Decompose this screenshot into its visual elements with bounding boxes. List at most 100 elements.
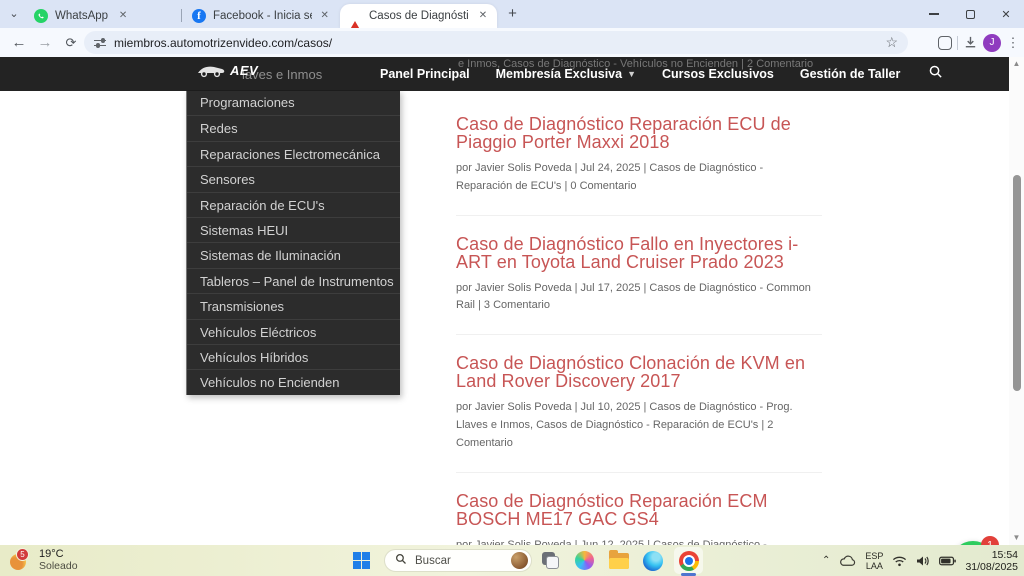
nav-membresia-exclusiva[interactable]: Membresía Exclusiva▼	[496, 67, 636, 81]
post-divider	[456, 472, 822, 473]
menu-item[interactable]: Reparación de ECU's	[187, 192, 400, 217]
menu-item[interactable]: Vehículos Híbridos	[187, 344, 400, 369]
tab-whatsapp[interactable]: WhatsApp ✕	[26, 4, 178, 28]
whatsapp-icon	[34, 9, 48, 23]
tab-title: Facebook - Inicia sesión o regis	[213, 10, 312, 22]
site-nav: Panel Principal Membresía Exclusiva▼ Cur…	[380, 57, 943, 91]
weather-badge: 5	[16, 548, 29, 561]
post-meta[interactable]: por Javier Solis Poveda | Jun 12, 2025 |…	[456, 537, 822, 545]
edge-icon	[643, 551, 663, 571]
volume-icon[interactable]	[916, 555, 930, 567]
post-item: Caso de Diagnóstico Fallo en Inyectores …	[456, 235, 822, 316]
forward-icon[interactable]: →	[32, 30, 58, 56]
post-title-link[interactable]: Caso de Diagnóstico Reparación ECM BOSCH…	[456, 492, 822, 528]
site-settings-icon[interactable]	[94, 38, 106, 48]
back-icon[interactable]: ←	[6, 30, 32, 56]
tab-separator	[181, 9, 182, 22]
scroll-up-icon[interactable]: ▲	[1009, 57, 1024, 71]
onedrive-cloud-icon[interactable]	[839, 555, 856, 567]
post-meta[interactable]: por Javier Solis Poveda | Jul 17, 2025 |…	[456, 280, 822, 316]
post-title-link[interactable]: Caso de Diagnóstico Clonación de KVM en …	[456, 354, 822, 390]
post-list: Caso de Diagnóstico Reparación ECU de Pi…	[456, 115, 822, 545]
side-panel-icon[interactable]	[938, 36, 952, 50]
menu-item[interactable]: Sistemas HEUI	[187, 217, 400, 242]
tab-close-icon[interactable]: ✕	[320, 9, 329, 23]
task-view-button[interactable]	[538, 548, 563, 573]
close-button[interactable]: ✕	[988, 0, 1024, 28]
post-title-link[interactable]: Caso de Diagnóstico Reparación ECU de Pi…	[456, 115, 822, 151]
copilot-button[interactable]	[572, 548, 597, 573]
screen: ⌄ WhatsApp ✕ f Facebook - Inicia sesión …	[0, 0, 1024, 576]
menu-item[interactable]: Vehículos no Encienden	[187, 369, 400, 394]
new-tab-button[interactable]: +	[504, 6, 521, 23]
menu-item[interactable]: Vehículos Eléctricos	[187, 319, 400, 344]
profile-avatar[interactable]: J	[983, 34, 1001, 52]
post-title-link[interactable]: Caso de Diagnóstico Fallo en Inyectores …	[456, 235, 822, 271]
tab-casos-active[interactable]: Casos de Diagnóstico Exclusivo ✕	[340, 4, 497, 28]
scrollbar-thumb[interactable]	[1013, 175, 1021, 391]
bing-daily-image[interactable]	[511, 552, 528, 569]
menu-item[interactable]: Sistemas de Iluminación	[187, 242, 400, 267]
file-explorer-button[interactable]	[606, 548, 631, 573]
site-header: e Inmos, Casos de Diagnóstico - Vehículo…	[0, 57, 1009, 91]
menu-item[interactable]: Reparaciones Electromecánica	[187, 141, 400, 166]
page-scrollbar[interactable]: ▲ ▼	[1009, 57, 1024, 545]
facebook-icon: f	[192, 9, 206, 23]
maximize-button[interactable]	[952, 0, 988, 28]
weather-temp: 19°C	[39, 548, 78, 560]
tab-search-icon[interactable]: ⌄	[6, 7, 22, 23]
browser-menu-icon[interactable]: ⋮	[1006, 35, 1020, 51]
site-logo[interactable]: AEV	[196, 62, 258, 80]
post-divider	[456, 215, 822, 216]
taskbar-search-box[interactable]: Buscar	[384, 549, 532, 572]
tab-title: WhatsApp	[55, 10, 108, 22]
edge-button[interactable]	[640, 548, 665, 573]
reload-icon[interactable]: ⟳	[58, 30, 84, 56]
chrome-icon	[679, 551, 699, 571]
nav-cursos-exclusivos[interactable]: Cursos Exclusivos	[662, 67, 774, 81]
window-controls: ✕	[916, 0, 1024, 28]
tab-close-icon[interactable]: ✕	[116, 9, 130, 23]
battery-icon[interactable]	[939, 556, 956, 566]
taskbar-clock[interactable]: 15:54 31/08/2025	[965, 549, 1018, 573]
wifi-icon[interactable]	[892, 555, 907, 567]
post-item: Caso de Diagnóstico Reparación ECU de Pi…	[456, 115, 822, 196]
post-meta[interactable]: por Javier Solis Poveda | Jul 24, 2025 |…	[456, 160, 822, 196]
minimize-button[interactable]	[916, 0, 952, 28]
menu-item[interactable]: Tableros – Panel de Instrumentos	[187, 268, 400, 293]
downloads-icon[interactable]	[963, 35, 978, 50]
chrome-button-active[interactable]	[674, 547, 703, 574]
nav-gestion-de-taller[interactable]: Gestión de Taller	[800, 67, 901, 81]
taskbar: 5 19°C Soleado Buscar	[0, 545, 1024, 576]
post-meta[interactable]: por Javier Solis Poveda | Jul 10, 2025 |…	[456, 399, 822, 452]
start-button[interactable]	[353, 552, 370, 569]
system-tray: ⌃ ESP LAA 15:54 31/08/2025	[822, 545, 1018, 576]
language-indicator[interactable]: ESP LAA	[865, 551, 883, 571]
address-bar[interactable]: miembros.automotrizenvideo.com/casos/ ☆	[84, 31, 908, 54]
search-icon	[395, 552, 407, 570]
menu-item[interactable]: Programaciones	[187, 90, 400, 115]
post-item: Caso de Diagnóstico Clonación de KVM en …	[456, 354, 822, 452]
scroll-down-icon[interactable]: ▼	[1009, 531, 1024, 545]
tab-close-icon[interactable]: ✕	[477, 9, 489, 23]
browser-tabstrip: ⌄ WhatsApp ✕ f Facebook - Inicia sesión …	[0, 0, 1024, 28]
car-logo-icon	[196, 63, 226, 79]
menu-item[interactable]: Redes	[187, 115, 400, 140]
search-placeholder: Buscar	[415, 555, 511, 567]
url-text[interactable]: miembros.automotrizenvideo.com/casos/	[114, 36, 885, 50]
notification-badge: 1	[981, 536, 999, 545]
toolbar-divider	[957, 36, 958, 50]
folder-icon	[609, 553, 629, 569]
weather-widget[interactable]: 5 19°C Soleado	[10, 548, 78, 572]
bookmark-star-icon[interactable]: ☆	[885, 34, 898, 51]
menu-item[interactable]: Transmisiones	[187, 293, 400, 318]
copilot-icon	[575, 551, 594, 570]
menu-item[interactable]: Sensores	[187, 166, 400, 191]
logo-text: AEV	[230, 63, 258, 78]
search-icon[interactable]	[928, 64, 943, 84]
tray-expand-icon[interactable]: ⌃	[822, 555, 830, 566]
page-viewport: Caso de Diagnóstico Reparación ECU de Pi…	[0, 57, 1024, 545]
browser-toolbar: ← → ⟳ miembros.automotrizenvideo.com/cas…	[0, 28, 1024, 57]
tab-facebook[interactable]: f Facebook - Inicia sesión o regis ✕	[184, 4, 337, 28]
nav-panel-principal[interactable]: Panel Principal	[380, 67, 470, 81]
